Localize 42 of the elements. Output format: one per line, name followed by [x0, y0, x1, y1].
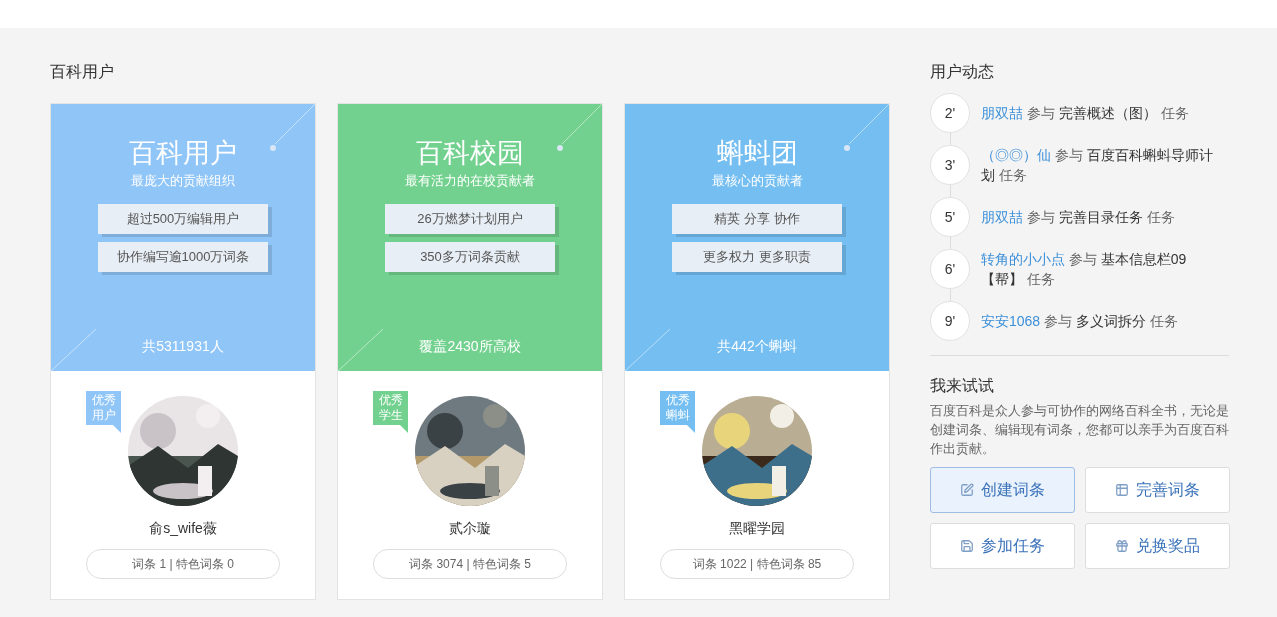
- pencil-icon: [960, 483, 974, 497]
- activity-text: 朋双喆 参与 完善概述（图） 任务: [981, 104, 1189, 123]
- activity-text: （◎◎）仙 参与 百度百科蝌蚪导师计划 任务: [981, 146, 1214, 185]
- user-link[interactable]: 朋双喆: [981, 105, 1023, 121]
- card-subtitle: 最有活力的在校贡献者: [405, 172, 535, 190]
- section-title: 我来试试: [930, 376, 995, 396]
- card-title: 百科校园: [416, 136, 524, 170]
- activity-text: 安安1068 参与 多义词拆分 任务: [981, 312, 1178, 331]
- feature-label: 更多权力 更多职责: [672, 242, 842, 272]
- diagonal-line-drawing: [338, 329, 383, 371]
- user-name[interactable]: 黑曜学园: [729, 518, 785, 539]
- activity-text: 转角的小小点 参与 基本信息栏09【帮】 任务: [981, 250, 1188, 289]
- user-link[interactable]: 转角的小小点: [981, 251, 1065, 267]
- feature-label: 精英 分享 协作: [672, 204, 842, 234]
- feature-label: 26万燃梦计划用户: [385, 204, 555, 234]
- action-button[interactable]: 完善词条: [1085, 467, 1230, 513]
- action-button[interactable]: 兑换奖品: [1085, 523, 1230, 569]
- description-text: 百度百科是众人参与可协作的网络百科全书，无论是创建词条、编辑现有词条，您都可以亲手为百度百科作出贡献。: [930, 402, 1229, 458]
- diagonal-line-drawing: [51, 329, 96, 371]
- card-subtitle: 最核心的贡献者: [711, 172, 803, 190]
- action-button[interactable]: 参加任务: [930, 523, 1075, 569]
- feature-label: 超过500万编辑用户: [98, 204, 268, 234]
- feature-label: 协作编写逾1000万词条: [98, 242, 268, 272]
- user-name[interactable]: 俞s_wife薇: [149, 518, 217, 539]
- user-link[interactable]: 朋双喆: [981, 209, 1023, 225]
- section-title: 百科用户: [50, 62, 115, 82]
- card-total: 共5311931人: [142, 337, 224, 356]
- activity-text: 朋双喆 参与 完善目录任务 任务: [981, 208, 1175, 227]
- user-link[interactable]: 安安1068: [981, 313, 1041, 329]
- card-total: 覆盖2430所高校: [419, 337, 521, 356]
- diagonal-line-drawing: [625, 329, 670, 371]
- card-title: 蝌蚪团: [716, 136, 798, 170]
- card-subtitle: 最庞大的贡献组织: [131, 172, 235, 190]
- user-name[interactable]: 贰尒璇: [449, 518, 491, 539]
- table-icon: [1115, 483, 1129, 497]
- feature-label: 350多万词条贡献: [385, 242, 555, 272]
- card-title: 百科用户: [129, 136, 237, 170]
- user-link[interactable]: （◎◎）仙: [981, 147, 1051, 163]
- section-title: 用户动态: [930, 62, 995, 82]
- card-total: 共442个蝌蚪: [717, 337, 797, 356]
- action-button[interactable]: 创建词条: [930, 467, 1075, 513]
- gift-icon: [1115, 539, 1129, 553]
